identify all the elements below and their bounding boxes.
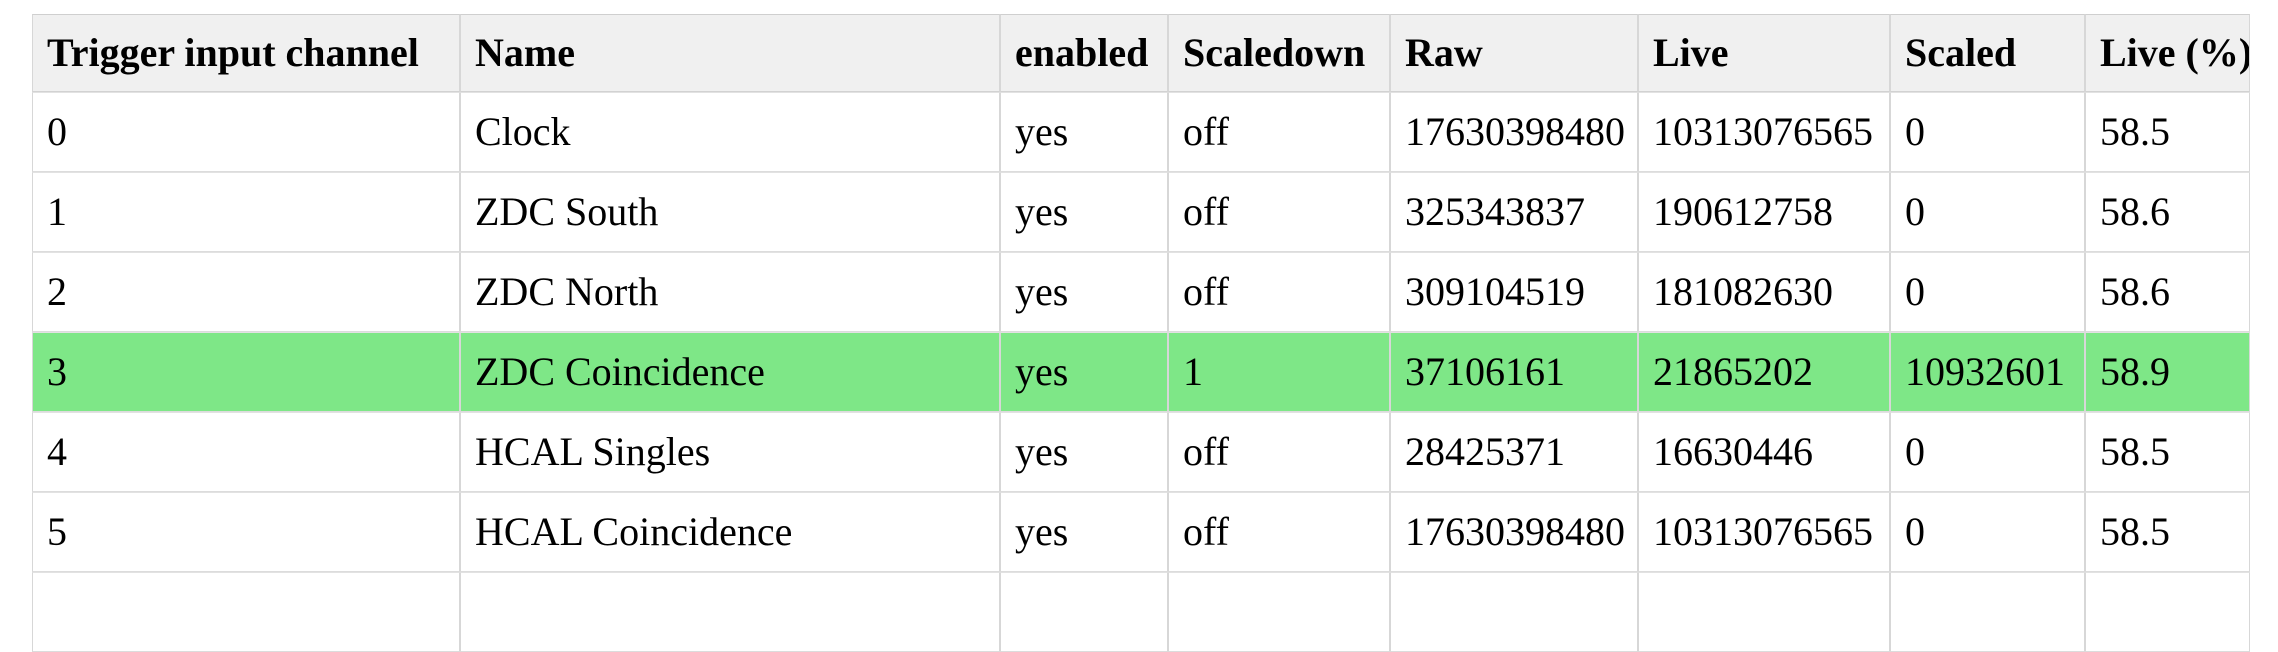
cell-scaledown: off	[1168, 92, 1390, 172]
cell-scaled	[1890, 572, 2085, 652]
cell-name	[460, 572, 1000, 652]
cell-enabled: yes	[1000, 172, 1168, 252]
cell-scaledown	[1168, 572, 1390, 652]
cell-livepct: 58.5	[2085, 492, 2250, 572]
table-header-row: Trigger input channel Name enabled Scale…	[32, 14, 2250, 92]
cell-live: 10313076565	[1638, 92, 1890, 172]
column-header-name[interactable]: Name	[460, 14, 1000, 92]
cell-livepct	[2085, 572, 2250, 652]
cell-live	[1638, 572, 1890, 652]
column-header-scaledown[interactable]: Scaledown	[1168, 14, 1390, 92]
cell-raw: 309104519	[1390, 252, 1638, 332]
cell-channel: 1	[32, 172, 460, 252]
trigger-rates-table: Trigger input channel Name enabled Scale…	[32, 14, 2250, 652]
column-header-trigger-input-channel[interactable]: Trigger input channel	[32, 14, 460, 92]
cell-scaledown: off	[1168, 492, 1390, 572]
table-row[interactable]: 1 ZDC South yes off 325343837 190612758 0 58.6	[32, 172, 2250, 252]
cell-live: 181082630	[1638, 252, 1890, 332]
table-row[interactable]: 5 HCAL Coincidence yes off 17630398480 103130…	[32, 492, 2250, 572]
cell-livepct: 58.6	[2085, 172, 2250, 252]
column-header-live[interactable]: Live	[1638, 14, 1890, 92]
cell-channel: 2	[32, 252, 460, 332]
table-row[interactable]: 4 HCAL Singles yes off 28425371 16630446 0 58.5	[32, 412, 2250, 492]
cell-name: ZDC Coincidence	[460, 332, 1000, 412]
cell-scaled: 0	[1890, 92, 2085, 172]
cell-name: Clock	[460, 92, 1000, 172]
cell-scaled: 0	[1890, 492, 2085, 572]
table-row[interactable]: 3 ZDC Coincidence yes 1 37106161 21865202 1093…	[32, 332, 2250, 412]
cell-raw: 37106161	[1390, 332, 1638, 412]
cell-livepct: 58.5	[2085, 412, 2250, 492]
cell-enabled: yes	[1000, 252, 1168, 332]
cell-channel	[32, 572, 460, 652]
cell-enabled: yes	[1000, 492, 1168, 572]
cell-live: 190612758	[1638, 172, 1890, 252]
cell-channel: 3	[32, 332, 460, 412]
cell-livepct: 58.6	[2085, 252, 2250, 332]
cell-enabled: yes	[1000, 332, 1168, 412]
cell-name: ZDC North	[460, 252, 1000, 332]
table-header: Trigger input channel Name enabled Scale…	[32, 14, 2250, 92]
cell-scaled: 10932601	[1890, 332, 2085, 412]
cell-name: HCAL Singles	[460, 412, 1000, 492]
cell-name: ZDC South	[460, 172, 1000, 252]
cell-enabled: yes	[1000, 412, 1168, 492]
column-header-raw[interactable]: Raw	[1390, 14, 1638, 92]
cell-channel: 4	[32, 412, 460, 492]
cell-scaled: 0	[1890, 172, 2085, 252]
cell-scaled: 0	[1890, 412, 2085, 492]
cell-scaled: 0	[1890, 252, 2085, 332]
cell-live: 21865202	[1638, 332, 1890, 412]
cell-scaledown: 1	[1168, 332, 1390, 412]
cell-name: HCAL Coincidence	[460, 492, 1000, 572]
cell-enabled: yes	[1000, 92, 1168, 172]
column-header-scaled[interactable]: Scaled	[1890, 14, 2085, 92]
cell-channel: 0	[32, 92, 460, 172]
cell-livepct: 58.9	[2085, 332, 2250, 412]
cell-channel: 5	[32, 492, 460, 572]
cell-scaledown: off	[1168, 412, 1390, 492]
table-row[interactable]: 2 ZDC North yes off 309104519 181082630 0 58.6	[32, 252, 2250, 332]
cell-livepct: 58.5	[2085, 92, 2250, 172]
cell-scaledown: off	[1168, 172, 1390, 252]
column-header-live-percent[interactable]: Live (%)	[2085, 14, 2250, 92]
cell-raw: 17630398480	[1390, 92, 1638, 172]
cell-raw	[1390, 572, 1638, 652]
table-row[interactable]	[32, 572, 2250, 652]
table-row[interactable]: 0 Clock yes off 17630398480 10313076565 0 58.5	[32, 92, 2250, 172]
cell-enabled	[1000, 572, 1168, 652]
cell-scaledown: off	[1168, 252, 1390, 332]
column-header-enabled[interactable]: enabled	[1000, 14, 1168, 92]
cell-raw: 325343837	[1390, 172, 1638, 252]
cell-raw: 28425371	[1390, 412, 1638, 492]
cell-live: 10313076565	[1638, 492, 1890, 572]
trigger-rates-table-container: Trigger input channel Name enabled Scale…	[32, 14, 2250, 652]
cell-live: 16630446	[1638, 412, 1890, 492]
table-body: 0 Clock yes off 17630398480 10313076565 0 58.5 1…	[32, 92, 2250, 652]
cell-raw: 17630398480	[1390, 492, 1638, 572]
